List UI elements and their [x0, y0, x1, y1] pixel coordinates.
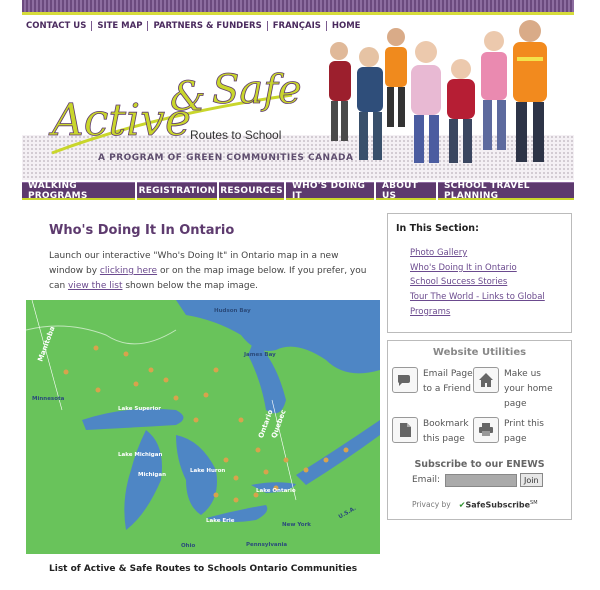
- make-home-label[interactable]: Make us your home page: [504, 367, 560, 412]
- child-figure-3: [385, 28, 407, 127]
- nav-registration[interactable]: REGISTRATION: [137, 182, 217, 200]
- link-school-success-stories[interactable]: School Success Stories: [410, 275, 560, 290]
- map-label-hudson-bay: Hudson Bay: [214, 308, 251, 314]
- nav-school-travel-planning[interactable]: SCHOOL TRAVEL PLANNING: [438, 181, 574, 201]
- utilities-title: Website Utilities: [432, 347, 527, 358]
- child-figure-6: [481, 31, 507, 150]
- walking-children-photo: [329, 20, 547, 163]
- section-title: In This Section:: [396, 223, 479, 234]
- map-label-lake-michigan: Lake Michigan: [118, 452, 163, 458]
- email-friend-label[interactable]: Email Page to a Friend: [423, 367, 475, 397]
- map-label-lake-superior: Lake Superior: [118, 406, 162, 412]
- topnav-partners-funders[interactable]: PARTNERS & FUNDERS: [148, 21, 268, 31]
- safesubscribe-logo[interactable]: ✔SafeSubscribeSM: [459, 500, 538, 510]
- section-links: Photo Gallery Who's Doing It in Ontario …: [410, 246, 560, 320]
- email-page-icon[interactable]: [392, 367, 418, 393]
- map-label-ohio: Ohio: [181, 543, 196, 549]
- top-decorative-stripe: [22, 0, 574, 12]
- bookmark-label[interactable]: Bookmark this page: [423, 417, 475, 447]
- map-label-minnesota: Minnesota: [32, 396, 65, 402]
- map-label-pennsylvania: Pennsylvania: [246, 542, 288, 548]
- print-label[interactable]: Print this page: [504, 417, 556, 447]
- site-header: CONTACT US SITE MAP PARTNERS & FUNDERS F…: [22, 15, 574, 180]
- nav-walking-programs[interactable]: WALKING PROGRAMS: [22, 181, 135, 201]
- child-figure-1: [329, 42, 351, 141]
- map-label-james-bay: James Bay: [244, 352, 276, 358]
- top-utility-nav: CONTACT US SITE MAP PARTNERS & FUNDERS F…: [26, 21, 365, 31]
- clicking-here-link[interactable]: clicking here: [100, 266, 157, 276]
- logo-word-safe: Safe: [212, 67, 302, 113]
- email-label: Email:: [412, 475, 441, 485]
- nav-whos-doing-it[interactable]: WHO'S DOING IT: [286, 181, 374, 201]
- privacy-row: Privacy by ✔SafeSubscribeSM: [412, 500, 538, 510]
- home-page-icon[interactable]: [473, 367, 499, 393]
- nav-resources[interactable]: RESOURCES: [219, 182, 284, 200]
- main-navigation: WALKING PROGRAMS REGISTRATION RESOURCES …: [22, 181, 574, 201]
- privacy-label: Privacy by: [412, 500, 451, 510]
- active-safe-logo[interactable]: Active & Safe Routes to School: [32, 55, 332, 165]
- join-button[interactable]: Join: [520, 473, 543, 487]
- link-whos-doing-it-ontario[interactable]: Who's Doing It in Ontario: [410, 261, 560, 276]
- make-home-item[interactable]: Make us your home page: [473, 367, 560, 412]
- link-tour-the-world[interactable]: Tour The World - Links to Global Program…: [410, 290, 560, 319]
- child-figure-2: [357, 47, 383, 160]
- topnav-site-map[interactable]: SITE MAP: [92, 21, 149, 31]
- topnav-contact-us[interactable]: CONTACT US: [26, 21, 93, 31]
- intro-paragraph: Launch our interactive "Who's Doing It" …: [49, 251, 367, 291]
- map-label-lake-ontario: Lake Ontario: [256, 488, 296, 494]
- ontario-map-graphic: [26, 300, 380, 530]
- child-figure-4: [411, 41, 441, 163]
- bookmark-icon[interactable]: [392, 417, 418, 443]
- logo-subtitle: Routes to School: [190, 128, 281, 142]
- ontario-map-image[interactable]: Manitoba Hudson Bay James Bay Ontario Qu…: [26, 300, 380, 554]
- email-friend-item[interactable]: Email Page to a Friend: [392, 367, 475, 397]
- nav-about-us[interactable]: ABOUT US: [376, 181, 436, 201]
- email-input[interactable]: [445, 473, 518, 487]
- print-icon[interactable]: [473, 417, 499, 443]
- enews-form: Email: Join: [412, 473, 543, 487]
- enews-title: Subscribe to our ENEWS: [414, 459, 545, 470]
- main-content: Who's Doing It In Ontario Launch our int…: [26, 208, 380, 590]
- header-tagline: A PROGRAM OF GREEN COMMUNITIES CANADA: [98, 153, 354, 163]
- list-title: List of Active & Safe Routes to Schools …: [49, 564, 358, 574]
- view-the-list-link[interactable]: view the list: [68, 281, 122, 291]
- in-this-section-box: In This Section: Photo Gallery Who's Doi…: [387, 213, 572, 333]
- print-item[interactable]: Print this page: [473, 417, 556, 447]
- website-utilities-box: Website Utilities Email Page to a Friend…: [387, 340, 572, 520]
- child-figure-7: [513, 20, 547, 162]
- child-figure-5: [447, 59, 475, 163]
- map-label-new-york: New York: [282, 522, 311, 528]
- bookmark-item[interactable]: Bookmark this page: [392, 417, 475, 447]
- map-label-lake-huron: Lake Huron: [190, 468, 226, 474]
- map-label-lake-erie: Lake Erie: [206, 518, 235, 524]
- map-label-michigan: Michigan: [138, 472, 166, 478]
- page-title: Who's Doing It In Ontario: [49, 223, 235, 238]
- link-photo-gallery[interactable]: Photo Gallery: [410, 246, 560, 261]
- logo-ampersand: &: [170, 74, 206, 120]
